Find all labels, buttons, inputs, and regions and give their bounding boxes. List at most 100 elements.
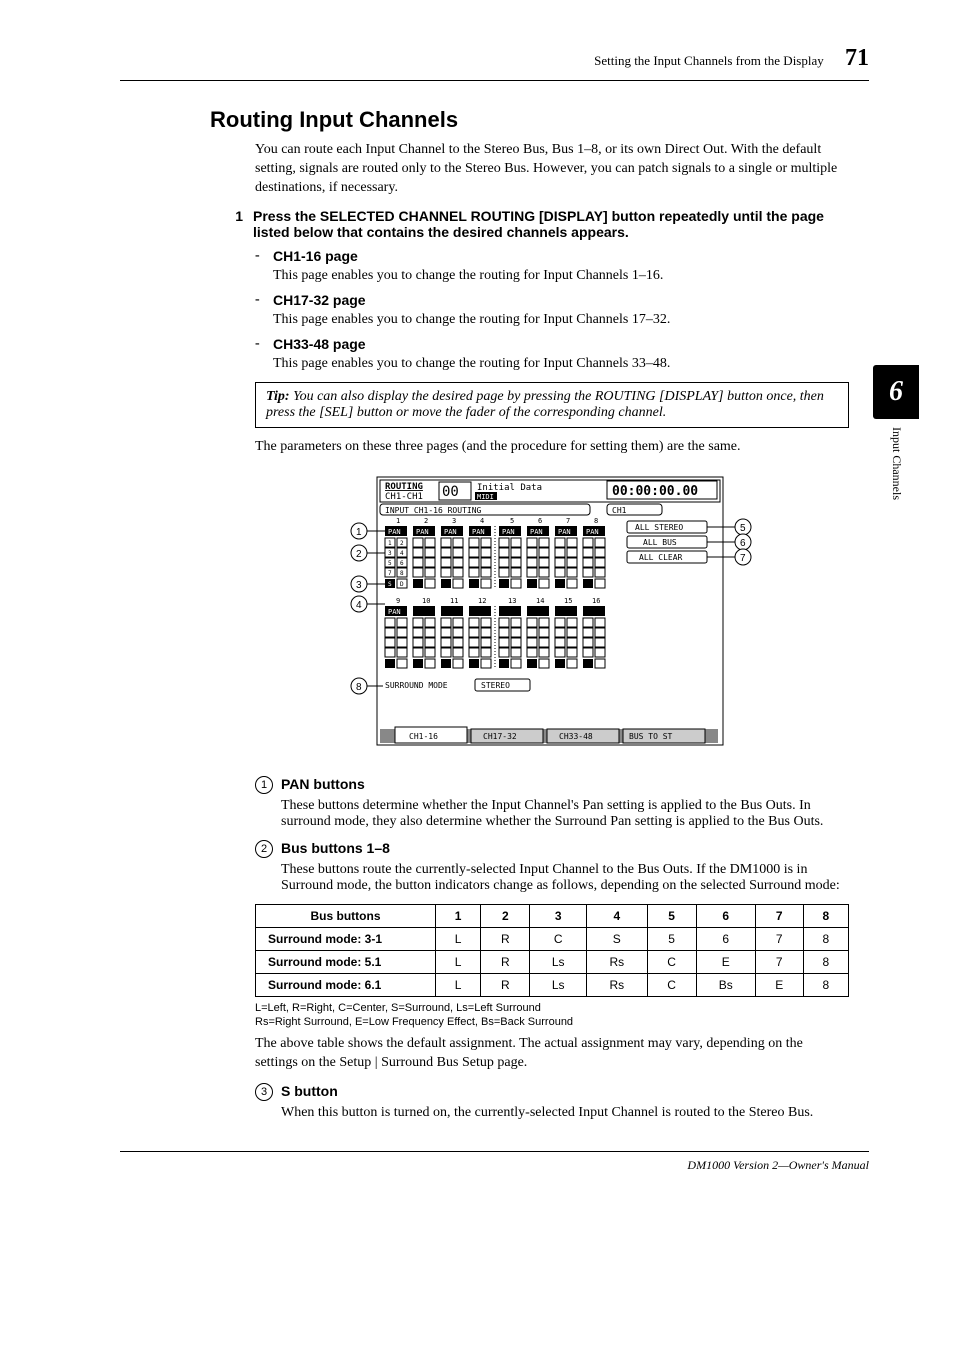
table-cell: C xyxy=(647,973,696,996)
svg-text:ALL BUS: ALL BUS xyxy=(643,538,677,547)
table-cell: L xyxy=(436,973,481,996)
svg-text:PAN: PAN xyxy=(558,528,571,536)
table-cell: E xyxy=(696,950,755,973)
table-row: Surround mode: 5.1 L R Ls Rs C E 7 8 xyxy=(256,950,849,973)
svg-text:5: 5 xyxy=(388,560,392,567)
table-cell: R xyxy=(481,973,530,996)
svg-text:1: 1 xyxy=(388,540,392,547)
chapter-tab: 6 xyxy=(873,365,919,419)
table-cell: Ls xyxy=(530,973,587,996)
svg-text:PAN: PAN xyxy=(388,528,401,536)
callout-2-desc: These buttons route the currently-select… xyxy=(281,862,849,894)
svg-text:15: 15 xyxy=(564,597,572,605)
table-header: 7 xyxy=(755,904,803,927)
table-header: 1 xyxy=(436,904,481,927)
svg-text:13: 13 xyxy=(508,597,516,605)
svg-text:CH17-32: CH17-32 xyxy=(483,732,517,741)
table-header: 5 xyxy=(647,904,696,927)
svg-text:PAN: PAN xyxy=(502,528,515,536)
svg-text:6: 6 xyxy=(538,517,542,525)
footer-rule xyxy=(120,1151,869,1152)
svg-text:6: 6 xyxy=(400,560,404,567)
svg-text:PAN: PAN xyxy=(586,528,599,536)
section-heading: Routing Input Channels xyxy=(210,107,869,133)
subitem-ch17-32-desc: This page enables you to change the rout… xyxy=(273,312,849,328)
table-header: 6 xyxy=(696,904,755,927)
table-cell: Surround mode: 6.1 xyxy=(256,973,436,996)
post-tip-paragraph: The parameters on these three pages (and… xyxy=(255,438,849,457)
chapter-tab-label: Input Channels xyxy=(873,427,904,500)
callout-3-title: S button xyxy=(281,1083,338,1101)
svg-text:CH1-16: CH1-16 xyxy=(409,732,438,741)
table-cell: R xyxy=(481,927,530,950)
subitem-ch1-16-title: CH1-16 page xyxy=(273,248,358,264)
bullet-dash: - xyxy=(255,248,265,264)
callout-2-number: 2 xyxy=(255,840,273,858)
svg-text:D: D xyxy=(400,581,404,588)
svg-text:ROUTING: ROUTING xyxy=(385,482,423,492)
bullet-dash: - xyxy=(255,336,265,352)
svg-text:9: 9 xyxy=(396,597,400,605)
table-cell: 8 xyxy=(803,927,848,950)
after-table-paragraph: The above table shows the default assign… xyxy=(255,1035,849,1073)
screen-figure: ROUTING CH1-CH1 00 Initial Data MIDI 00:… xyxy=(255,473,849,760)
svg-text:10: 10 xyxy=(422,597,430,605)
svg-text:2: 2 xyxy=(400,540,404,547)
table-cell: E xyxy=(755,973,803,996)
table-legend-line2: Rs=Right Surround, E=Low Frequency Effec… xyxy=(255,1015,849,1029)
svg-text:2: 2 xyxy=(424,517,428,525)
svg-text:ALL CLEAR: ALL CLEAR xyxy=(639,553,683,562)
svg-text:BUS TO ST: BUS TO ST xyxy=(629,732,673,741)
subitem-ch33-48-title: CH33-48 page xyxy=(273,336,366,352)
svg-text:11: 11 xyxy=(450,597,458,605)
svg-text:4: 4 xyxy=(400,550,404,557)
table-cell: R xyxy=(481,950,530,973)
tip-label: Tip: xyxy=(266,389,290,404)
svg-text:PAN: PAN xyxy=(388,608,401,616)
svg-text:PAN: PAN xyxy=(530,528,543,536)
intro-paragraph: You can route each Input Channel to the … xyxy=(255,141,849,198)
callout-1-title: PAN buttons xyxy=(281,776,365,794)
svg-text:INPUT CH1-16 ROUTING: INPUT CH1-16 ROUTING xyxy=(385,506,482,515)
table-cell: 7 xyxy=(755,927,803,950)
header-rule xyxy=(120,80,869,81)
svg-text:12: 12 xyxy=(478,597,486,605)
svg-text:6: 6 xyxy=(740,538,746,549)
svg-text:2: 2 xyxy=(356,549,362,560)
table-cell: Ls xyxy=(530,950,587,973)
svg-text:8: 8 xyxy=(594,517,598,525)
table-header: 2 xyxy=(481,904,530,927)
table-cell: Surround mode: 5.1 xyxy=(256,950,436,973)
svg-text:3: 3 xyxy=(356,580,362,591)
running-header: Setting the Input Channels from the Disp… xyxy=(594,53,824,68)
table-cell: 5 xyxy=(647,927,696,950)
table-cell: L xyxy=(436,950,481,973)
svg-text:S: S xyxy=(388,581,392,588)
callout-3-desc: When this button is turned on, the curre… xyxy=(281,1105,849,1121)
bullet-dash: - xyxy=(255,292,265,308)
table-row: Surround mode: 6.1 L R Ls Rs C Bs E 8 xyxy=(256,973,849,996)
table-header: 8 xyxy=(803,904,848,927)
svg-text:CH33-48: CH33-48 xyxy=(559,732,593,741)
table-cell: 7 xyxy=(755,950,803,973)
surround-mode-table: Bus buttons 1 2 3 4 5 6 7 8 Surround mod… xyxy=(255,904,849,997)
svg-text:STEREO: STEREO xyxy=(481,681,510,690)
svg-text:SURROUND MODE: SURROUND MODE xyxy=(385,681,448,690)
table-cell: 8 xyxy=(803,950,848,973)
table-header: Bus buttons xyxy=(256,904,436,927)
svg-text:16: 16 xyxy=(592,597,600,605)
svg-text:8: 8 xyxy=(400,570,404,577)
footer-manual-title: DM1000 Version 2—Owner's Manual xyxy=(120,1158,869,1173)
svg-text:4: 4 xyxy=(480,517,484,525)
svg-text:14: 14 xyxy=(536,597,544,605)
table-cell: L xyxy=(436,927,481,950)
svg-text:7: 7 xyxy=(740,553,746,564)
svg-text:MIDI: MIDI xyxy=(477,493,494,501)
svg-text:1: 1 xyxy=(396,517,400,525)
table-cell: Rs xyxy=(587,973,648,996)
svg-text:PAN: PAN xyxy=(416,528,429,536)
callout-3-number: 3 xyxy=(255,1083,273,1101)
subitem-ch17-32-title: CH17-32 page xyxy=(273,292,366,308)
table-cell: C xyxy=(530,927,587,950)
subitem-ch1-16-desc: This page enables you to change the rout… xyxy=(273,268,849,284)
